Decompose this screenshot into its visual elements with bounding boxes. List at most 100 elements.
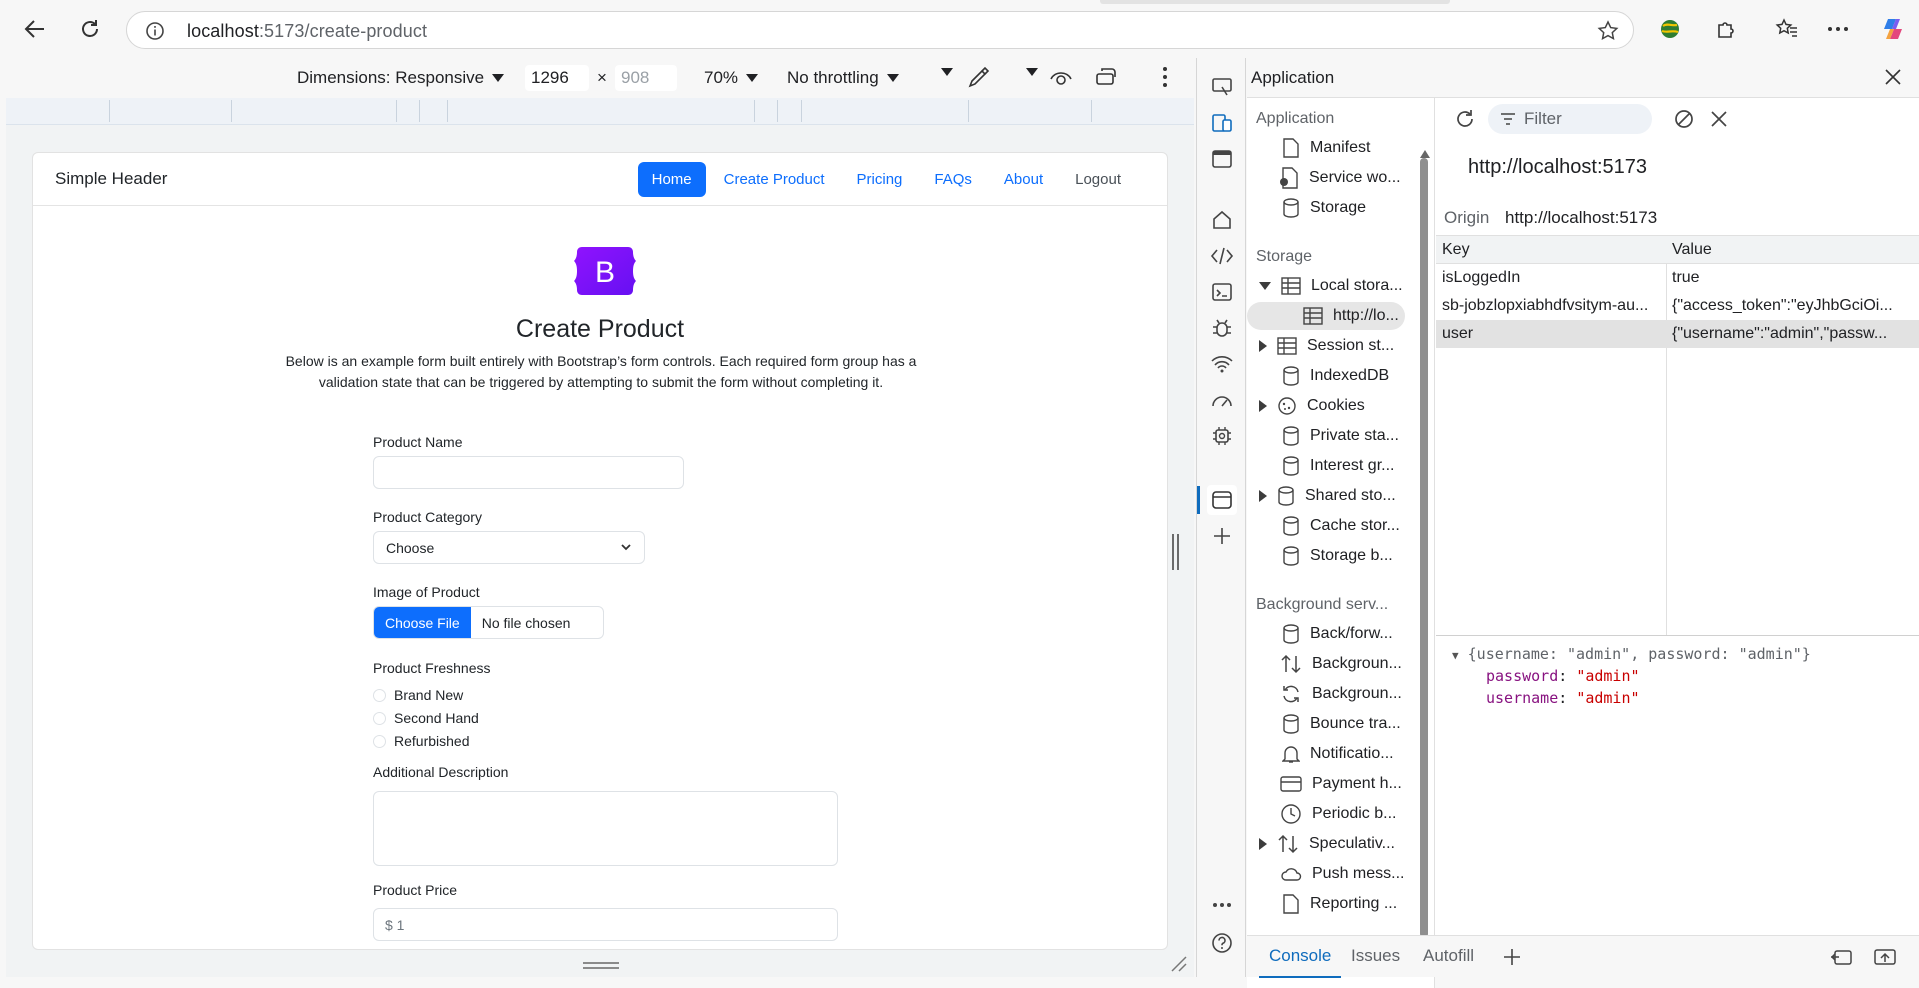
drawer-tab-console[interactable]: Console <box>1258 946 1342 978</box>
address-bar[interactable]: localhost:5173/create-product <box>126 11 1634 49</box>
resize-corner-icon[interactable] <box>1170 955 1188 973</box>
tree-item-push-messaging[interactable]: Push mess... <box>1280 860 1404 888</box>
help-icon[interactable] <box>1207 928 1237 958</box>
viewport-height-handle[interactable] <box>583 962 619 969</box>
radio-brand-new[interactable]: Brand New <box>373 687 463 703</box>
favorite-star-icon[interactable] <box>1597 20 1619 42</box>
eye-icon[interactable] <box>1049 67 1073 87</box>
inspect-screencast-icon[interactable] <box>1207 72 1237 102</box>
tree-item-private-state[interactable]: Private sta... <box>1282 422 1399 450</box>
tree-item-notifications[interactable]: Notificatio... <box>1282 740 1394 768</box>
radio-refurbished[interactable]: Refurbished <box>373 733 470 749</box>
dock-to-bottom-icon[interactable] <box>1873 948 1897 966</box>
choose-file-button[interactable]: Choose File <box>374 607 471 638</box>
tree-item-session-storage[interactable]: Session st... <box>1259 332 1394 360</box>
tree-item-bounce-tracking[interactable]: Bounce tra... <box>1282 710 1401 738</box>
refresh-icon[interactable] <box>1454 108 1476 130</box>
tree-item-storage[interactable]: Storage <box>1282 194 1366 222</box>
tree-item-local-storage[interactable]: Local stora... <box>1259 272 1403 300</box>
tree-item-periodic-sync[interactable]: Periodic b... <box>1280 800 1396 828</box>
performance-gauge-icon[interactable] <box>1207 385 1237 415</box>
close-devtools-button[interactable] <box>1883 67 1903 87</box>
dock-window-icon[interactable] <box>1207 144 1237 174</box>
table-row[interactable]: sb-jobzlopxiabhdfvsitym-au... {"access_t… <box>1436 292 1919 320</box>
console-icon[interactable] <box>1207 277 1237 307</box>
radio-circle[interactable] <box>373 688 386 702</box>
device-posture-dropdown[interactable] <box>941 68 953 76</box>
preview-summary[interactable]: ▼ {username: "admin", password: "admin"} <box>1452 643 1811 667</box>
product-name-input[interactable] <box>373 456 684 489</box>
tree-item-background-sync[interactable]: Backgroun... <box>1280 680 1402 708</box>
viewport-resize-handle[interactable] <box>1172 534 1182 570</box>
filter-input[interactable]: Filter <box>1488 104 1652 134</box>
nav-pricing[interactable]: Pricing <box>843 162 917 197</box>
nav-about[interactable]: About <box>990 162 1057 197</box>
eyedropper-icon[interactable] <box>966 64 992 90</box>
rotate-device-icon[interactable] <box>1094 66 1120 88</box>
tree-item-cookies[interactable]: Cookies <box>1259 392 1365 420</box>
device-emulation-icon[interactable] <box>1207 108 1237 138</box>
product-category-select[interactable]: Choose <box>373 531 645 564</box>
undock-drawer-icon[interactable] <box>1829 948 1853 966</box>
tree-item-speculative-loads[interactable]: Speculativ... <box>1259 830 1395 858</box>
tree-item-reporting-api[interactable]: Reporting ... <box>1282 890 1397 918</box>
tree-item-back-forward-cache[interactable]: Back/forw... <box>1282 620 1393 648</box>
scroll-up-arrow-icon[interactable] <box>1420 150 1430 158</box>
tree-item-local-origin[interactable]: http://lo... <box>1247 302 1405 330</box>
site-info-icon[interactable] <box>145 21 165 41</box>
tree-item-indexeddb[interactable]: IndexedDB <box>1282 362 1389 390</box>
welcome-home-icon[interactable] <box>1207 205 1237 235</box>
application-panel-icon[interactable] <box>1207 485 1237 515</box>
drawer-tab-autofill[interactable]: Autofill <box>1423 946 1474 966</box>
back-button[interactable] <box>15 9 55 49</box>
tree-item-cache-storage[interactable]: Cache stor... <box>1282 512 1400 540</box>
more-menu-icon[interactable] <box>1818 9 1858 49</box>
copilot-icon[interactable] <box>1873 9 1913 49</box>
extensions-puzzle-icon[interactable] <box>1706 9 1746 49</box>
delete-selected-icon[interactable] <box>1708 108 1730 130</box>
memory-chip-icon[interactable] <box>1207 421 1237 451</box>
more-actions-icon[interactable] <box>1207 890 1237 920</box>
vision-dropdown[interactable] <box>1026 68 1038 76</box>
favorites-list-icon[interactable] <box>1767 9 1807 49</box>
throttling-dropdown[interactable]: No throttling <box>787 68 899 88</box>
radio-circle[interactable] <box>373 734 386 748</box>
nav-home[interactable]: Home <box>637 162 706 197</box>
tree-item-storage-buckets[interactable]: Storage b... <box>1282 542 1393 570</box>
nav-faqs[interactable]: FAQs <box>920 162 986 197</box>
width-input[interactable]: 1296 <box>525 65 589 91</box>
radio-circle[interactable] <box>373 711 386 725</box>
address-url[interactable]: localhost:5173/create-product <box>187 21 427 42</box>
table-row-selected[interactable]: user {"username":"admin","passw... <box>1436 320 1919 348</box>
tree-item-interest-groups[interactable]: Interest gr... <box>1282 452 1394 480</box>
more-options-icon[interactable] <box>1162 66 1168 88</box>
nav-logout[interactable]: Logout <box>1061 162 1135 197</box>
tree-item-shared-storage[interactable]: Shared sto... <box>1259 482 1396 510</box>
tree-item-service-workers[interactable]: Service wo... <box>1277 164 1401 192</box>
tree-item-manifest[interactable]: Manifest <box>1282 134 1370 162</box>
elements-code-icon[interactable] <box>1207 241 1237 271</box>
reload-button[interactable] <box>70 9 110 49</box>
zoom-dropdown[interactable]: 70% <box>704 68 759 88</box>
media-query-ruler[interactable] <box>6 98 1194 125</box>
add-tab-plus-icon[interactable] <box>1502 947 1522 967</box>
more-tools-plus-icon[interactable] <box>1207 521 1237 551</box>
brand-title[interactable]: Simple Header <box>55 169 167 189</box>
radio-second-hand[interactable]: Second Hand <box>373 710 479 726</box>
extension-globe-icon[interactable] <box>1650 9 1690 49</box>
clear-all-icon[interactable] <box>1673 108 1695 130</box>
price-input[interactable]: $ 1 <box>373 908 838 941</box>
column-key[interactable]: Key <box>1442 241 1662 259</box>
network-wifi-icon[interactable] <box>1207 349 1237 379</box>
drawer-tab-issues[interactable]: Issues <box>1351 946 1400 966</box>
image-file-input[interactable]: Choose File No file chosen <box>373 606 604 639</box>
description-textarea[interactable] <box>373 791 838 866</box>
dimensions-dropdown[interactable]: Dimensions: Responsive <box>297 68 505 88</box>
tree-item-payment-handler[interactable]: Payment h... <box>1280 770 1402 798</box>
height-input[interactable]: 908 <box>615 65 677 91</box>
sidebar-scrollbar[interactable] <box>1420 158 1428 938</box>
table-row[interactable]: isLoggedIn true <box>1436 264 1919 292</box>
sources-bug-icon[interactable] <box>1207 313 1237 343</box>
column-value[interactable]: Value <box>1672 241 1912 259</box>
nav-create-product[interactable]: Create Product <box>710 162 839 197</box>
